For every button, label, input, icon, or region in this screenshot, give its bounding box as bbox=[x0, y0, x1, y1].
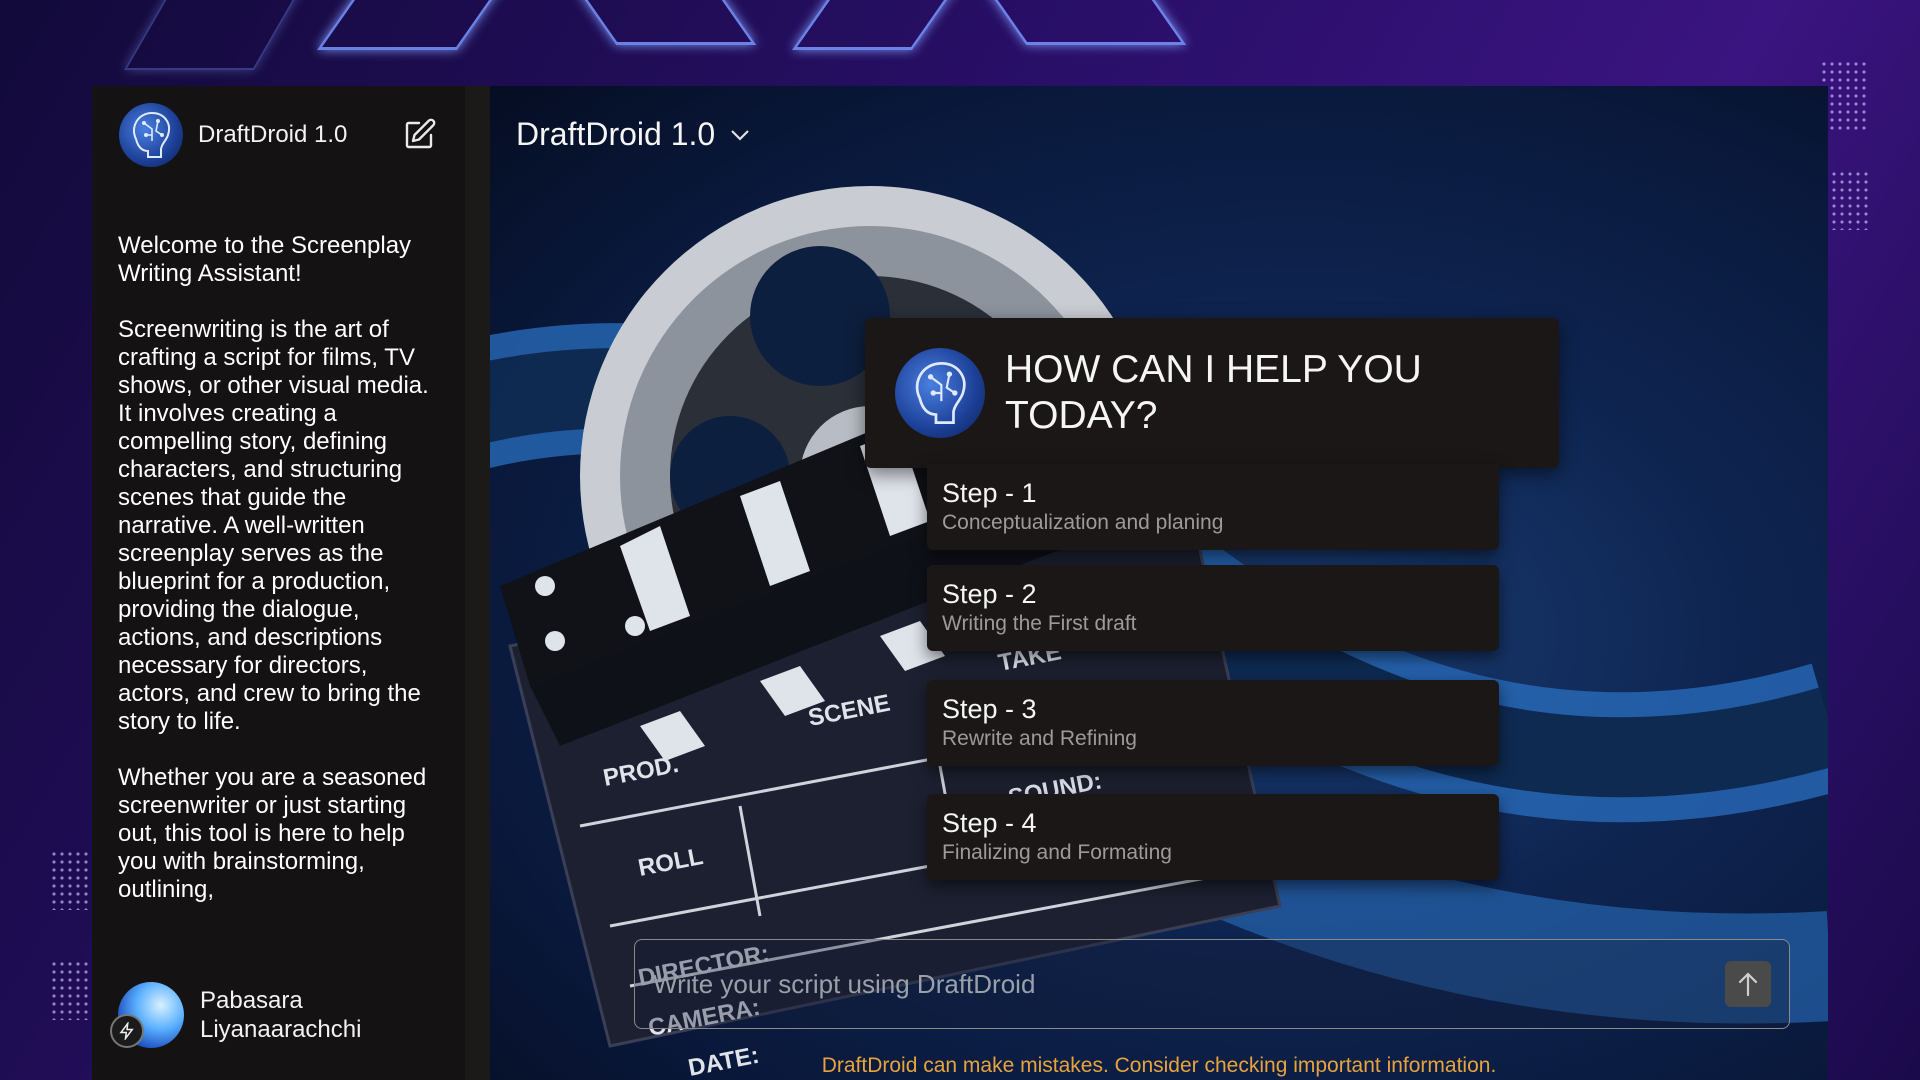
user-profile[interactable]: Pabasara Liyanaarachchi bbox=[92, 950, 465, 1080]
intro-paragraph: Welcome to the Screenplay Writing Assist… bbox=[118, 232, 412, 287]
step-title: Step - 1 bbox=[942, 478, 1037, 508]
sidebar-title: DraftDroid 1.0 bbox=[198, 121, 348, 148]
message-composer bbox=[634, 939, 1790, 1029]
dots-decoration bbox=[1830, 170, 1870, 230]
avatar bbox=[110, 982, 184, 1048]
intro-paragraph: Screenwriting is the art of crafting a s… bbox=[118, 316, 429, 735]
help-heading: HOW CAN I HELP YOU TODAY? bbox=[1005, 348, 1422, 437]
model-selector[interactable]: DraftDroid 1.0 bbox=[516, 116, 751, 153]
step-card-1[interactable]: Step - 1 Conceptualization and planing bbox=[927, 464, 1499, 550]
brain-circuit-icon bbox=[119, 103, 183, 167]
arrow-up-icon bbox=[1738, 972, 1758, 997]
dots-decoration bbox=[50, 850, 90, 910]
step-card-4[interactable]: Step - 4 Finalizing and Formating bbox=[927, 794, 1499, 880]
disclaimer-text: DraftDroid can make mistakes. Consider c… bbox=[821, 1054, 1497, 1077]
user-name: Pabasara Liyanaarachchi bbox=[200, 987, 362, 1043]
new-chat-button[interactable] bbox=[399, 115, 439, 155]
message-input[interactable] bbox=[653, 968, 1725, 1000]
step-card-3[interactable]: Step - 3 Rewrite and Refining bbox=[927, 680, 1499, 766]
hex-decoration bbox=[791, 0, 969, 50]
step-subtitle: Finalizing and Formating bbox=[942, 841, 1172, 864]
sidebar-header: DraftDroid 1.0 bbox=[92, 86, 465, 184]
model-name: DraftDroid 1.0 bbox=[516, 116, 716, 152]
hex-decoration bbox=[973, 0, 1187, 45]
step-subtitle: Rewrite and Refining bbox=[942, 727, 1137, 750]
hex-decoration bbox=[563, 0, 757, 45]
hex-decoration bbox=[316, 0, 514, 50]
step-title: Step - 3 bbox=[942, 694, 1037, 724]
step-card-2[interactable]: Step - 2 Writing the First draft bbox=[927, 565, 1499, 651]
intro-paragraph: Whether you are a seasoned screenwriter … bbox=[118, 764, 427, 903]
step-subtitle: Writing the First draft bbox=[942, 612, 1137, 635]
welcome-card: HOW CAN I HELP YOU TODAY? bbox=[865, 318, 1559, 468]
brain-circuit-icon bbox=[895, 348, 985, 438]
main-panel: PROD. SCENE TAKE ROLL SOUND: DIRECTOR: C… bbox=[490, 86, 1828, 1080]
sidebar-intro: Welcome to the Screenplay Writing Assist… bbox=[92, 184, 465, 950]
send-button[interactable] bbox=[1725, 961, 1771, 1007]
lightning-icon bbox=[110, 1014, 144, 1048]
sidebar: DraftDroid 1.0 Welcome to the Screenplay… bbox=[92, 86, 490, 1080]
chevron-down-icon bbox=[731, 129, 749, 141]
app-window: DraftDroid 1.0 Welcome to the Screenplay… bbox=[92, 86, 1828, 1080]
step-title: Step - 4 bbox=[942, 808, 1037, 838]
step-subtitle: Conceptualization and planing bbox=[942, 511, 1224, 534]
edit-icon bbox=[405, 118, 436, 149]
step-title: Step - 2 bbox=[942, 579, 1037, 609]
hex-decoration bbox=[124, 0, 306, 70]
sidebar-divider bbox=[465, 86, 490, 1080]
dots-decoration bbox=[50, 960, 90, 1020]
